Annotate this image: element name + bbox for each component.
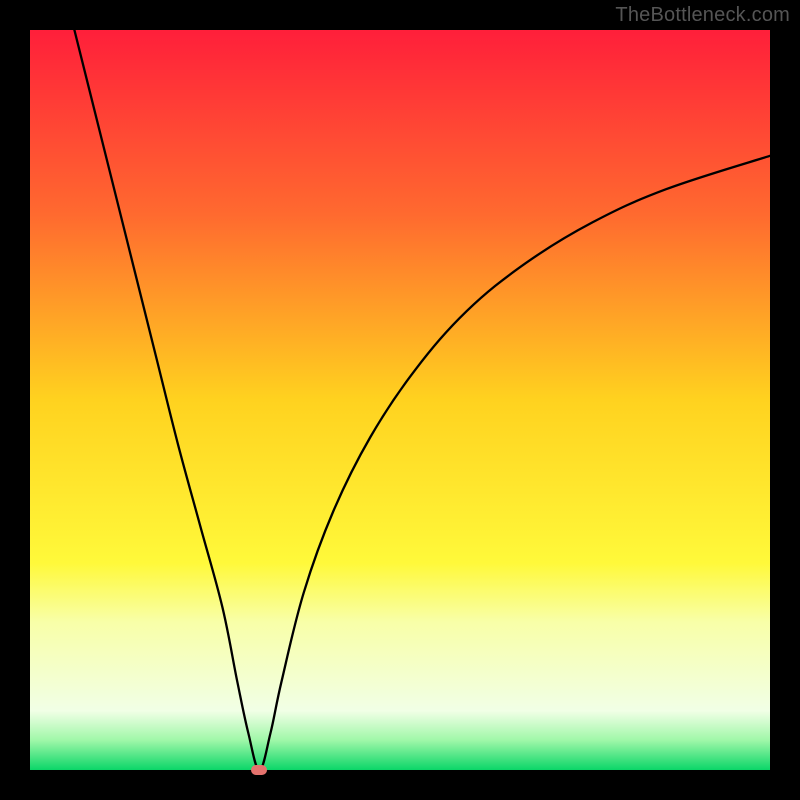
watermark-text: TheBottleneck.com [615, 4, 790, 27]
chart-frame: TheBottleneck.com [0, 0, 800, 800]
chart-svg [30, 30, 770, 770]
dip-marker [251, 765, 267, 775]
gradient-background [30, 30, 770, 770]
plot-area [30, 30, 770, 770]
